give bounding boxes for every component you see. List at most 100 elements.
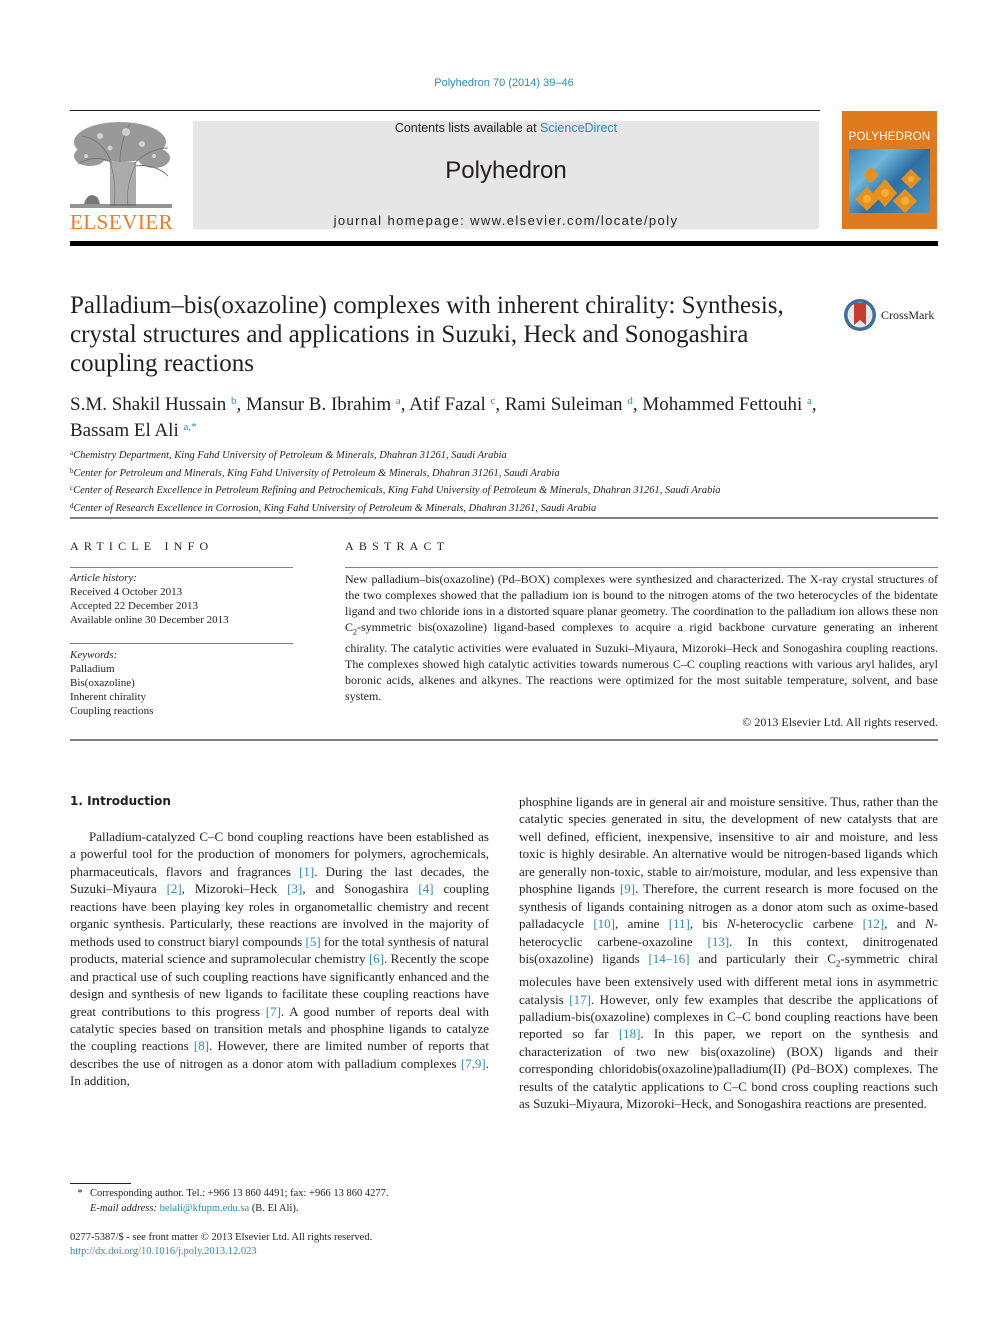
reference-link[interactable]: [10] [593,916,615,931]
text-run: -heterocyclic carbene [735,916,863,932]
email-link[interactable]: belali@kfupm.edu.sa [160,1203,250,1214]
email-suffix: (B. El Ali). [249,1203,299,1214]
italic-text: N [726,916,736,932]
keywords: Keywords: Palladium Bis(oxazoline) Inher… [70,648,293,718]
text-run: , amine [614,916,669,932]
abstract-part: -symmetric bis(oxazoline) ligand-based c… [345,620,938,704]
footnote-rule [70,1183,131,1184]
masthead-divider [70,241,938,246]
journal-name: Polyhedron [445,157,567,184]
text-run: , bis [689,916,727,932]
reference-link[interactable]: [11] [669,916,690,931]
text-run: and particularly their C [689,951,836,967]
reference-link[interactable]: [12] [863,916,885,931]
crossmark-icon [844,299,876,331]
keyword-item: Coupling reactions [70,705,154,717]
article-title: Palladium–bis(oxazoline) complexes with … [70,292,784,377]
history-label: Article history: [70,572,137,584]
affiliation-marker[interactable]: c [490,395,495,407]
reference-link[interactable]: [4] [418,881,433,896]
affiliation-text: Center of Research Excellence in Petrole… [73,485,721,496]
reference-link[interactable]: [17] [569,992,591,1007]
reference-link[interactable]: [6] [369,951,384,966]
journal-homepage[interactable]: journal homepage: www.elsevier.com/locat… [193,213,819,228]
online-date: Available online 30 December 2013 [70,614,229,626]
affiliation-item: dCenter of Research Excellence in Corros… [70,499,940,517]
abstract-text: New palladium–bis(oxazoline) (Pd–BOX) co… [345,571,938,704]
reference-link[interactable]: [9] [620,881,635,896]
italic-text: N [924,916,934,932]
reference-link[interactable]: [8] [194,1038,209,1053]
keyword-item: Bis(oxazoline) [70,677,135,689]
affiliation-item: cCenter of Research Excellence in Petrol… [70,481,940,499]
affiliation-marker[interactable]: a [807,395,812,407]
reference-link[interactable]: [5] [306,934,321,949]
cover-artwork [849,149,930,213]
header-rule [70,110,820,111]
crossmark-badge[interactable]: CrossMark [843,298,943,334]
author-name[interactable]: Bassam El Ali [70,420,179,441]
issn-doi-block: 0277-5387/$ - see front matter © 2013 El… [70,1231,510,1259]
journal-masthead: Contents lists available at ScienceDirec… [193,121,819,229]
received-date: Received 4 October 2013 [70,586,183,598]
reference-link[interactable]: [18] [619,1026,641,1041]
elsevier-wordmark: ELSEVIER [70,210,174,234]
author-name[interactable]: Mohammed Fettouhi [642,394,802,415]
text-run: , and Sonogashira [302,881,419,897]
text-run: , Mizoroki–Heck [181,881,288,897]
author-list: S.M. Shakil Hussain b, Mansur B. Ibrahim… [70,394,817,441]
keywords-label: Keywords: [70,649,118,661]
reference-link[interactable]: [2] [167,881,182,896]
affiliation-list: aChemistry Department, King Fahd Univers… [70,446,940,516]
reference-link[interactable]: [13] [707,934,729,949]
reference-link[interactable]: [7] [266,1004,281,1019]
affiliation-text: Center of Research Excellence in Corrosi… [73,502,597,514]
reference-link[interactable]: [7,9] [461,1056,486,1071]
affiliation-text: Chemistry Department, King Fahd Universi… [73,450,507,461]
author-name[interactable]: Mansur B. Ibrahim [246,394,391,415]
affiliation-marker[interactable]: a,* [183,421,196,433]
affiliation-item: bCenter for Petroleum and Minerals, King… [70,464,940,482]
footnote-marker: * [77,1188,83,1199]
article-history: Article history: Received 4 October 2013… [70,571,293,627]
author-name[interactable]: Atif Fazal [409,394,486,415]
affiliation-marker[interactable]: a [396,395,401,407]
journal-citation[interactable]: Polyhedron 70 (2014) 39–46 [0,77,992,89]
article-info-heading: ARTICLE INFO [70,539,214,553]
divider [70,517,938,519]
affiliation-marker[interactable]: b [231,395,237,407]
contents-available-line: Contents lists available at ScienceDirec… [193,121,819,135]
affiliation-marker[interactable]: d [627,395,633,407]
section-heading-introduction: 1. Introduction [70,794,171,808]
crossmark-label: CrossMark [881,308,935,322]
keyword-item: Palladium [70,663,115,675]
abstract-heading: ABSTRACT [345,539,450,553]
doi-link[interactable]: http://dx.doi.org/10.1016/j.poly.2013.12… [70,1246,257,1257]
sciencedirect-link[interactable]: ScienceDirect [540,121,617,135]
affiliation-text: Center for Petroleum and Minerals, King … [73,467,560,479]
author-name[interactable]: Rami Suleiman [505,394,623,415]
cover-title: POLYHEDRON [848,131,931,143]
text-run: , and [884,916,925,932]
keyword-item: Inherent chirality [70,691,147,703]
divider [345,567,938,568]
corresponding-text: Corresponding author. Tel.: +966 13 860 … [90,1188,389,1199]
accepted-date: Accepted 22 December 2013 [70,600,198,612]
reference-link[interactable]: [3] [287,881,302,896]
email-label: E-mail address: [90,1203,157,1214]
reference-link[interactable]: [1] [299,864,314,879]
divider [70,643,293,644]
divider [70,739,938,741]
author-name[interactable]: S.M. Shakil Hussain [70,394,226,415]
journal-cover-image[interactable]: POLYHEDRON [842,111,937,229]
contents-prefix: Contents lists available at [394,121,541,135]
reference-link[interactable]: [14–16] [648,951,689,966]
divider [70,567,293,568]
issn-line: 0277-5387/$ - see front matter © 2013 El… [70,1232,373,1243]
body-column-right: phosphine ligands are in general air and… [519,793,938,1113]
paragraph: phosphine ligands are in general air and… [519,793,938,1113]
affiliation-item: aChemistry Department, King Fahd Univers… [70,446,940,464]
corresponding-author-footnote: * Corresponding author. Tel.: +966 13 860… [70,1186,510,1216]
abstract-copyright: © 2013 Elsevier Ltd. All rights reserved… [742,715,938,729]
paragraph: Palladium-catalyzed C–C bond coupling re… [70,828,489,1090]
